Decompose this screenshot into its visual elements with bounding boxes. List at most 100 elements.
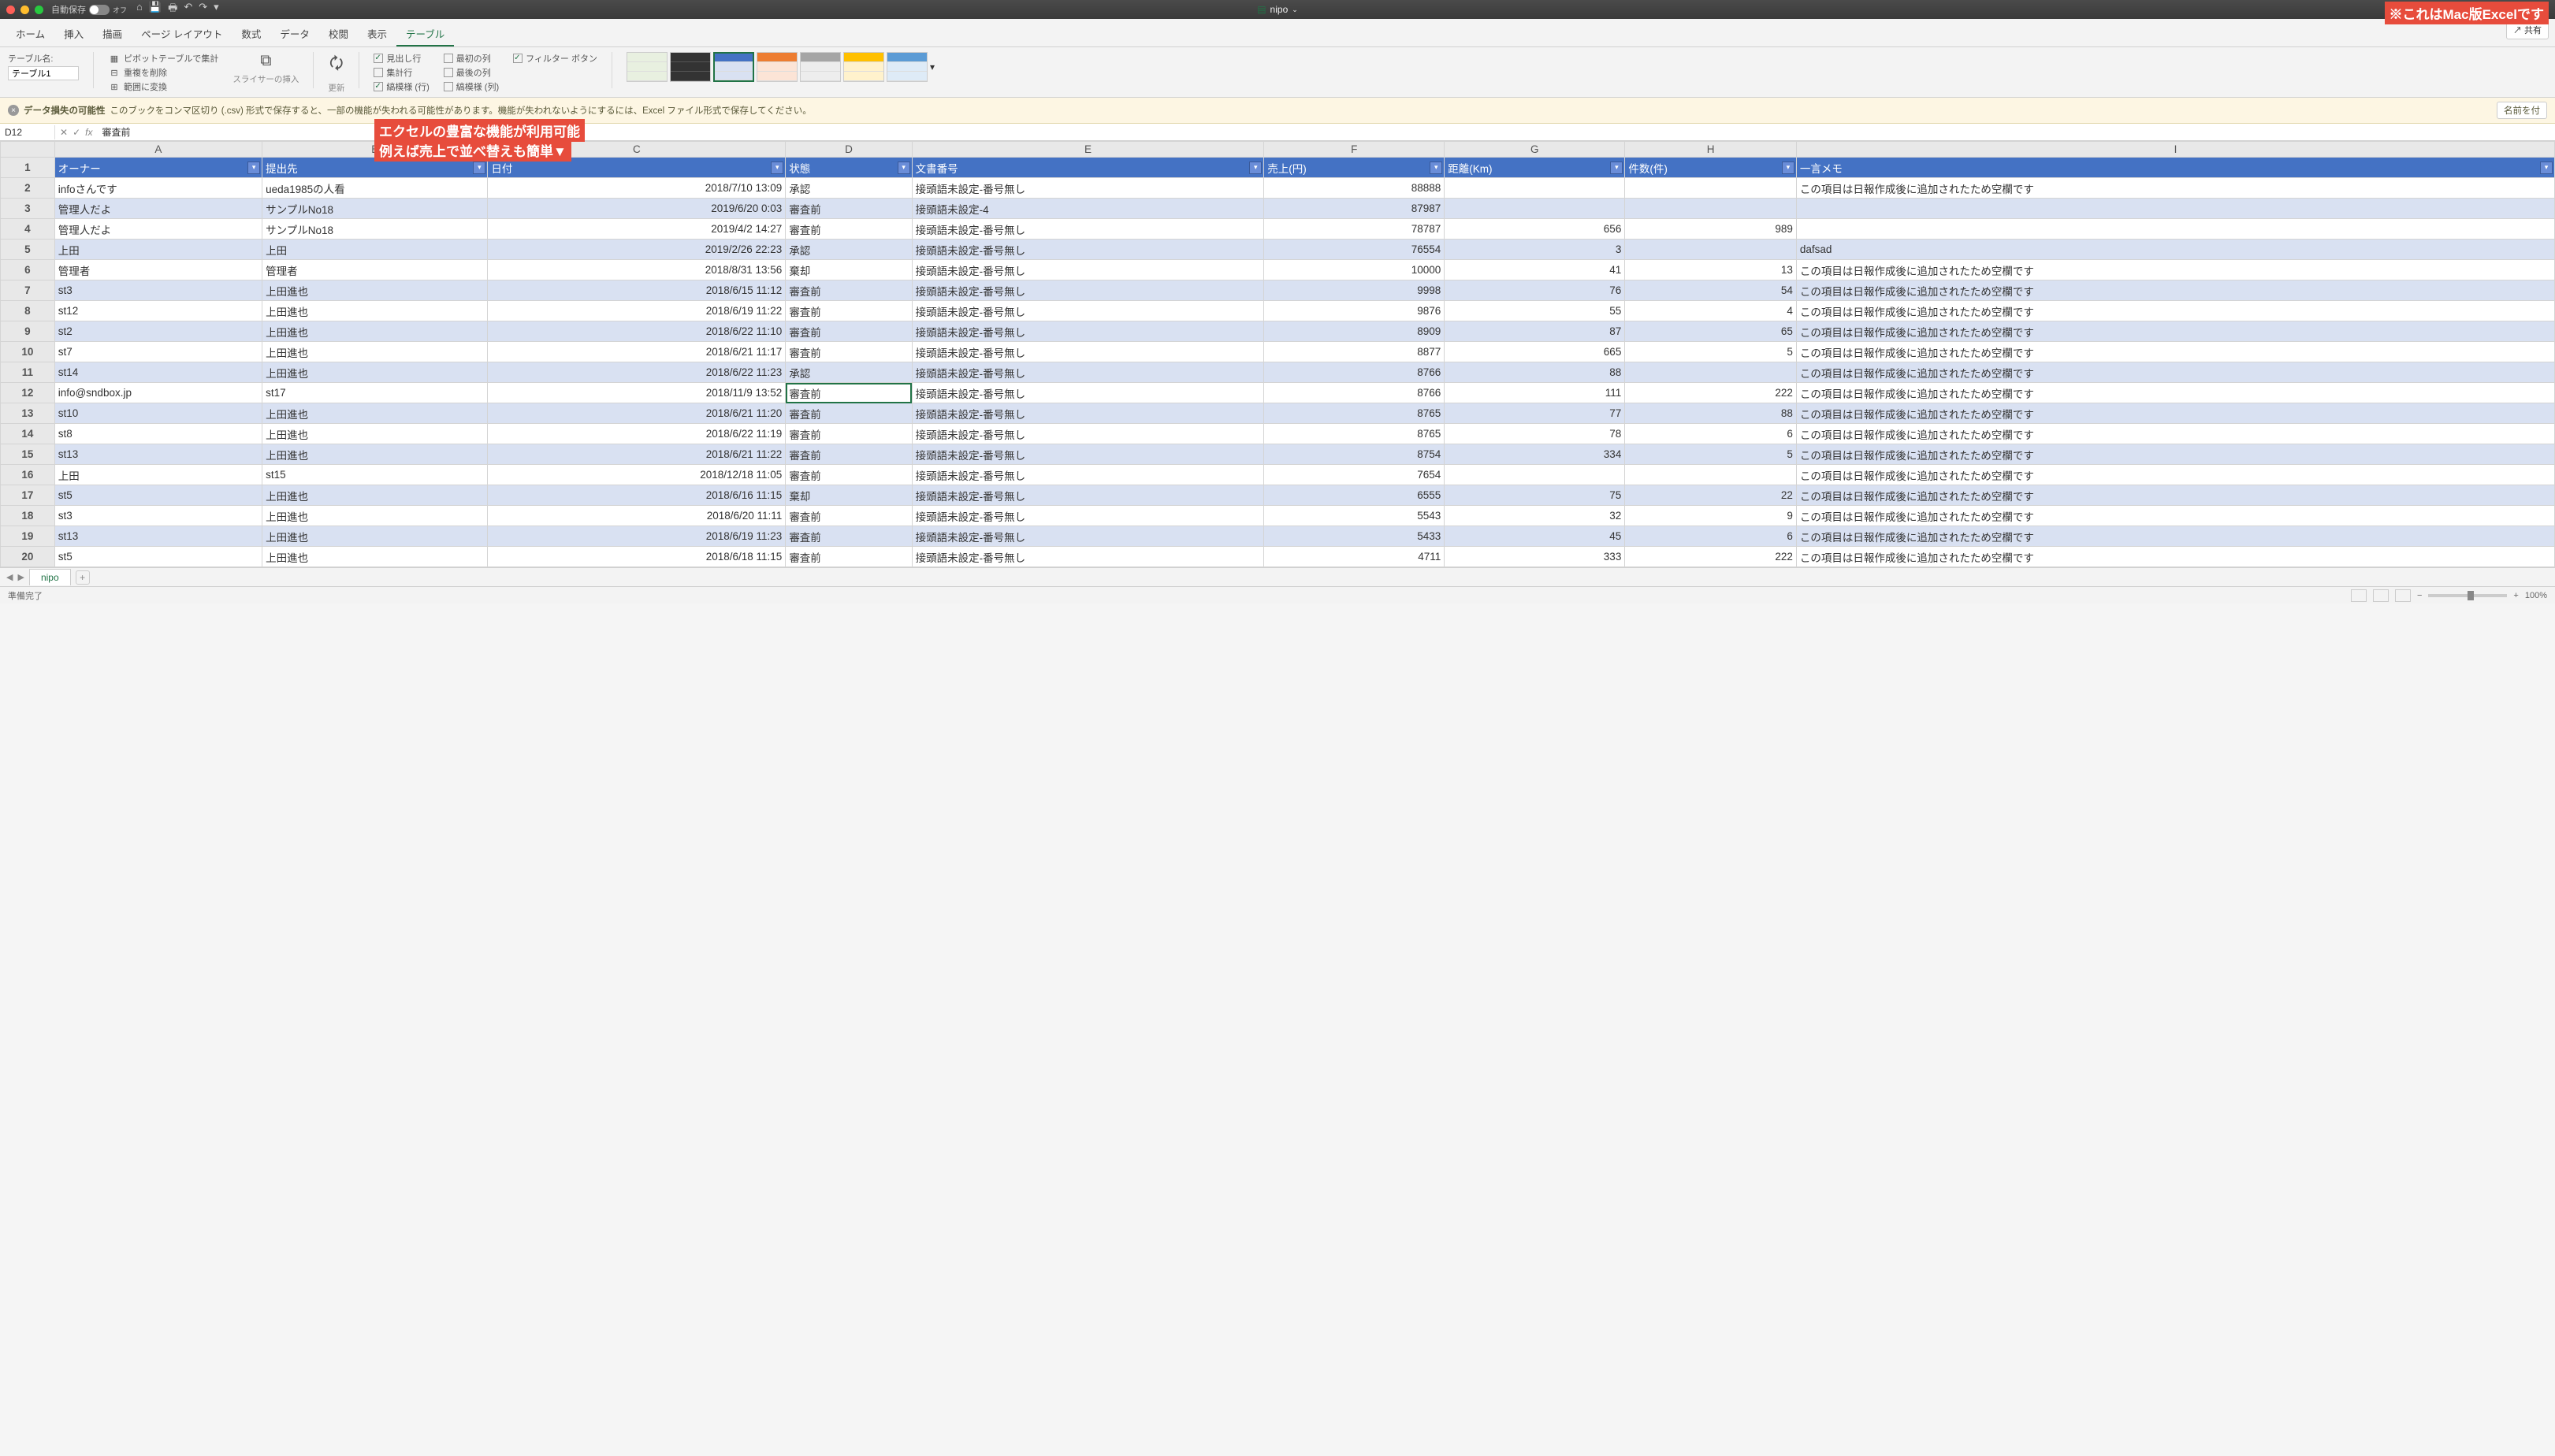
table-style-gallery[interactable]: ▾ <box>627 52 935 82</box>
cell-I11[interactable]: この項目は日報作成後に追加されたため空欄です <box>1796 362 2554 383</box>
row-header-12[interactable]: 12 <box>1 383 55 403</box>
row-header-11[interactable]: 11 <box>1 362 55 383</box>
cell-H6[interactable]: 13 <box>1625 260 1797 280</box>
autosave-toggle[interactable] <box>89 5 110 15</box>
ribbon-tab-テーブル[interactable]: テーブル <box>396 22 454 46</box>
cell-F9[interactable]: 8909 <box>1264 321 1445 342</box>
undo-icon[interactable]: ↶ <box>184 1 192 18</box>
row-header-16[interactable]: 16 <box>1 465 55 485</box>
cell-D9[interactable]: 審査前 <box>786 321 912 342</box>
cell-D14[interactable]: 審査前 <box>786 424 912 444</box>
slicer-button[interactable]: スライサーの挿入 <box>232 73 299 85</box>
cell-B8[interactable]: 上田進也 <box>262 301 488 321</box>
filter-icon[interactable] <box>247 162 260 174</box>
cell-B20[interactable]: 上田進也 <box>262 547 488 567</box>
cell-A10[interactable]: st7 <box>54 342 262 362</box>
cell-B17[interactable]: 上田進也 <box>262 485 488 506</box>
row-header-4[interactable]: 4 <box>1 219 55 240</box>
cell-I17[interactable]: この項目は日報作成後に追加されたため空欄です <box>1796 485 2554 506</box>
minimize-icon[interactable] <box>20 6 29 14</box>
cell-D2[interactable]: 承認 <box>786 178 912 199</box>
cell-F17[interactable]: 6555 <box>1264 485 1445 506</box>
table-name-input[interactable] <box>8 66 79 80</box>
ribbon-tab-ホーム[interactable]: ホーム <box>6 22 54 46</box>
dismiss-warning-icon[interactable]: × <box>8 105 19 116</box>
cell-C17[interactable]: 2018/6/16 11:15 <box>488 485 786 506</box>
cell-E7[interactable]: 接頭語未設定-番号無し <box>912 280 1264 301</box>
cell-H11[interactable] <box>1625 362 1797 383</box>
row-header-18[interactable]: 18 <box>1 506 55 526</box>
cell-G11[interactable]: 88 <box>1445 362 1625 383</box>
refresh-button[interactable]: 更新 <box>328 82 344 94</box>
ribbon-tab-校閲[interactable]: 校閲 <box>319 22 358 46</box>
cell-B4[interactable]: サンプルNo18 <box>262 219 488 240</box>
redo-icon[interactable]: ↷ <box>199 1 207 18</box>
ribbon-tab-表示[interactable]: 表示 <box>358 22 396 46</box>
cell-G8[interactable]: 55 <box>1445 301 1625 321</box>
cell-D19[interactable]: 審査前 <box>786 526 912 547</box>
close-icon[interactable] <box>6 6 15 14</box>
cell-F18[interactable]: 5543 <box>1264 506 1445 526</box>
cell-D4[interactable]: 審査前 <box>786 219 912 240</box>
row-header-2[interactable]: 2 <box>1 178 55 199</box>
cell-C13[interactable]: 2018/6/21 11:20 <box>488 403 786 424</box>
cell-E12[interactable]: 接頭語未設定-番号無し <box>912 383 1264 403</box>
cell-A7[interactable]: st3 <box>54 280 262 301</box>
cell-D11[interactable]: 承認 <box>786 362 912 383</box>
cell-A15[interactable]: st13 <box>54 444 262 465</box>
cell-B12[interactable]: st17 <box>262 383 488 403</box>
cell-D16[interactable]: 審査前 <box>786 465 912 485</box>
table-style-2[interactable] <box>670 52 711 82</box>
table-header-0[interactable]: オーナー <box>54 158 262 178</box>
cell-B2[interactable]: ueda1985の人看 <box>262 178 488 199</box>
cell-G4[interactable]: 656 <box>1445 219 1625 240</box>
cell-G5[interactable]: 3 <box>1445 240 1625 260</box>
cell-H10[interactable]: 5 <box>1625 342 1797 362</box>
cell-G9[interactable]: 87 <box>1445 321 1625 342</box>
cell-C15[interactable]: 2018/6/21 11:22 <box>488 444 786 465</box>
cell-D7[interactable]: 審査前 <box>786 280 912 301</box>
table-style-7[interactable] <box>887 52 928 82</box>
cell-F15[interactable]: 8754 <box>1264 444 1445 465</box>
gallery-more-icon[interactable]: ▾ <box>930 61 935 72</box>
cell-A18[interactable]: st3 <box>54 506 262 526</box>
last-col-checkbox[interactable] <box>444 68 453 77</box>
cell-E20[interactable]: 接頭語未設定-番号無し <box>912 547 1264 567</box>
cell-C4[interactable]: 2019/4/2 14:27 <box>488 219 786 240</box>
cell-B3[interactable]: サンプルNo18 <box>262 199 488 219</box>
cell-I10[interactable]: この項目は日報作成後に追加されたため空欄です <box>1796 342 2554 362</box>
cell-D6[interactable]: 棄却 <box>786 260 912 280</box>
name-box[interactable]: D12 <box>0 125 55 139</box>
col-header-E[interactable]: E <box>912 142 1264 158</box>
cell-B14[interactable]: 上田進也 <box>262 424 488 444</box>
cell-E6[interactable]: 接頭語未設定-番号無し <box>912 260 1264 280</box>
cell-G7[interactable]: 76 <box>1445 280 1625 301</box>
zoom-in-icon[interactable]: + <box>2513 591 2518 600</box>
ribbon-tab-データ[interactable]: データ <box>270 22 319 46</box>
cell-F7[interactable]: 9998 <box>1264 280 1445 301</box>
spreadsheet-grid[interactable]: ABCDEFGHI1オーナー提出先日付状態文書番号売上(円)距離(Km)件数(件… <box>0 141 2555 567</box>
cell-G18[interactable]: 32 <box>1445 506 1625 526</box>
cell-A13[interactable]: st10 <box>54 403 262 424</box>
cell-D13[interactable]: 審査前 <box>786 403 912 424</box>
cell-H15[interactable]: 5 <box>1625 444 1797 465</box>
pivot-button[interactable]: ▦ピボットテーブルで集計 <box>108 52 218 65</box>
cell-A11[interactable]: st14 <box>54 362 262 383</box>
cell-H4[interactable]: 989 <box>1625 219 1797 240</box>
cell-I16[interactable]: この項目は日報作成後に追加されたため空欄です <box>1796 465 2554 485</box>
cell-G17[interactable]: 75 <box>1445 485 1625 506</box>
cell-G12[interactable]: 111 <box>1445 383 1625 403</box>
filter-icon[interactable] <box>898 162 910 174</box>
cell-A4[interactable]: 管理人だよ <box>54 219 262 240</box>
cell-G20[interactable]: 333 <box>1445 547 1625 567</box>
cell-A8[interactable]: st12 <box>54 301 262 321</box>
cell-I8[interactable]: この項目は日報作成後に追加されたため空欄です <box>1796 301 2554 321</box>
cell-A14[interactable]: st8 <box>54 424 262 444</box>
enter-formula-icon[interactable]: ✓ <box>73 127 80 138</box>
cell-G15[interactable]: 334 <box>1445 444 1625 465</box>
cell-F4[interactable]: 78787 <box>1264 219 1445 240</box>
cell-B18[interactable]: 上田進也 <box>262 506 488 526</box>
zoom-out-icon[interactable]: − <box>2417 591 2422 600</box>
cell-F11[interactable]: 8766 <box>1264 362 1445 383</box>
cell-I4[interactable] <box>1796 219 2554 240</box>
